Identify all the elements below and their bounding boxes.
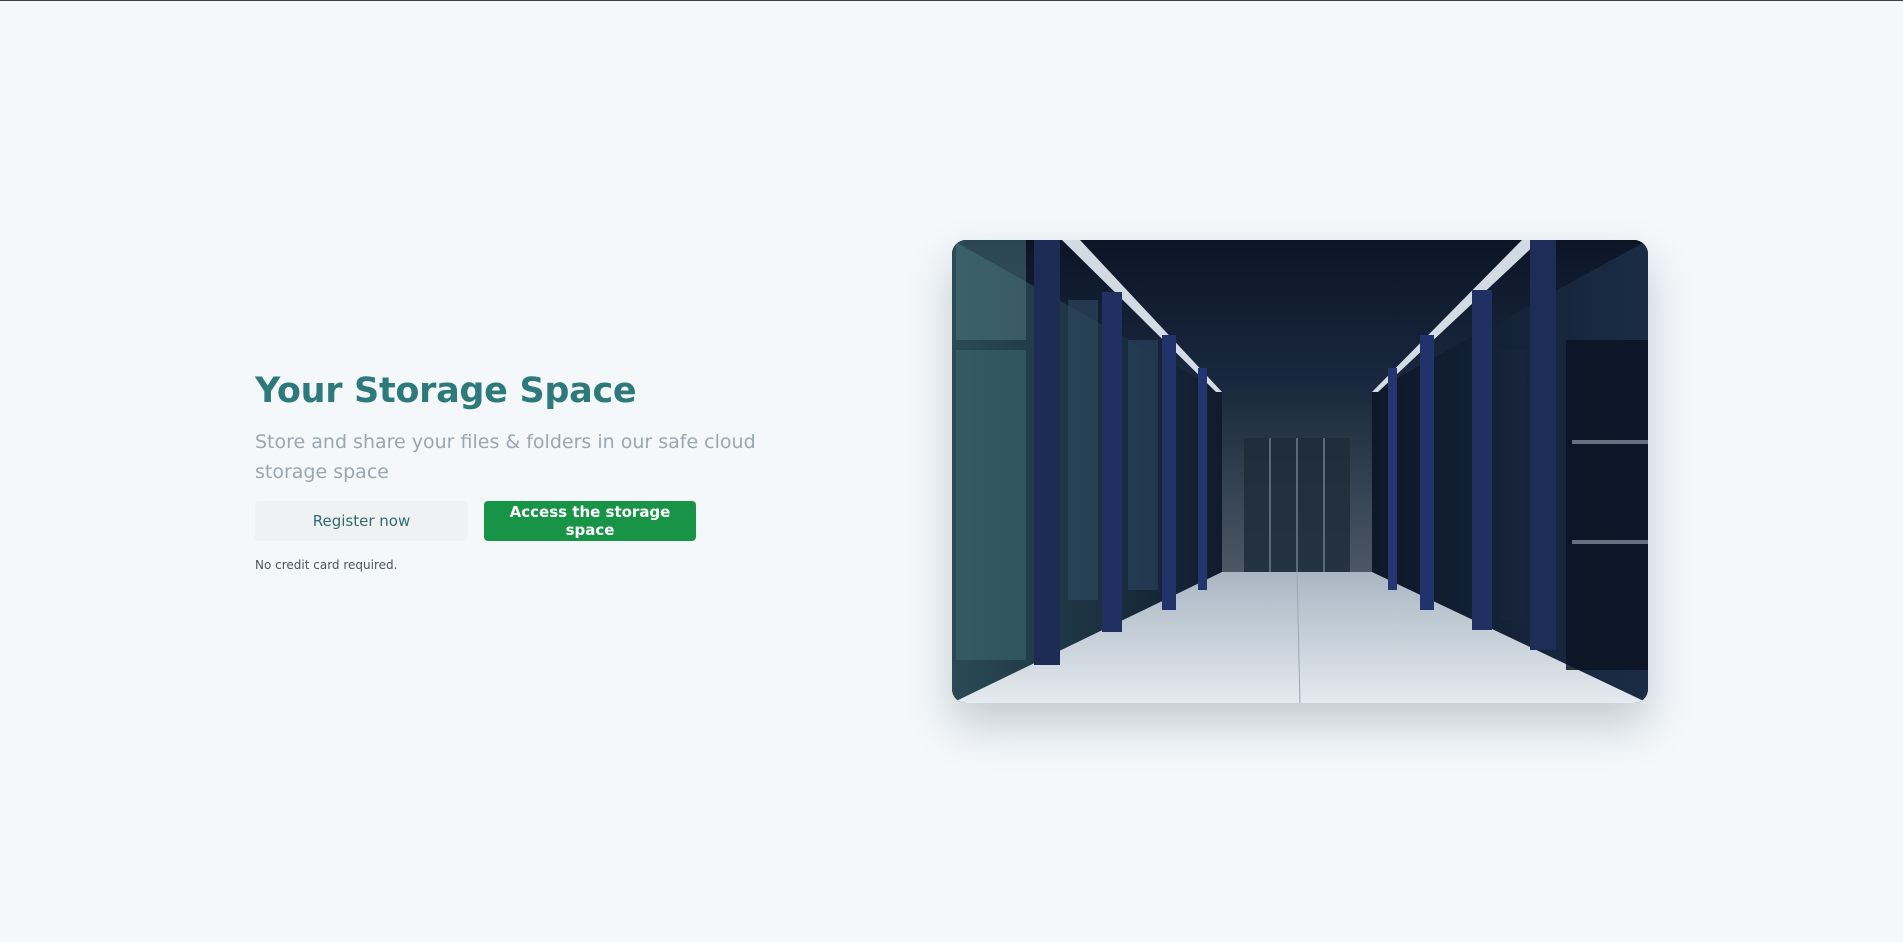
cta-row: Register now Access the storage space bbox=[255, 501, 815, 541]
server-hallway-image bbox=[952, 240, 1648, 703]
top-border bbox=[0, 0, 1903, 1]
register-button[interactable]: Register now bbox=[255, 501, 468, 541]
server-hallway-photo-icon bbox=[952, 240, 1648, 703]
no-credit-card-note: No credit card required. bbox=[255, 558, 398, 572]
hero-title: Your Storage Space bbox=[255, 371, 637, 411]
hero-subtitle: Store and share your files & folders in … bbox=[255, 431, 756, 483]
hero-section: Your Storage Space Store and share your … bbox=[255, 365, 815, 572]
access-storage-button[interactable]: Access the storage space bbox=[484, 501, 696, 541]
